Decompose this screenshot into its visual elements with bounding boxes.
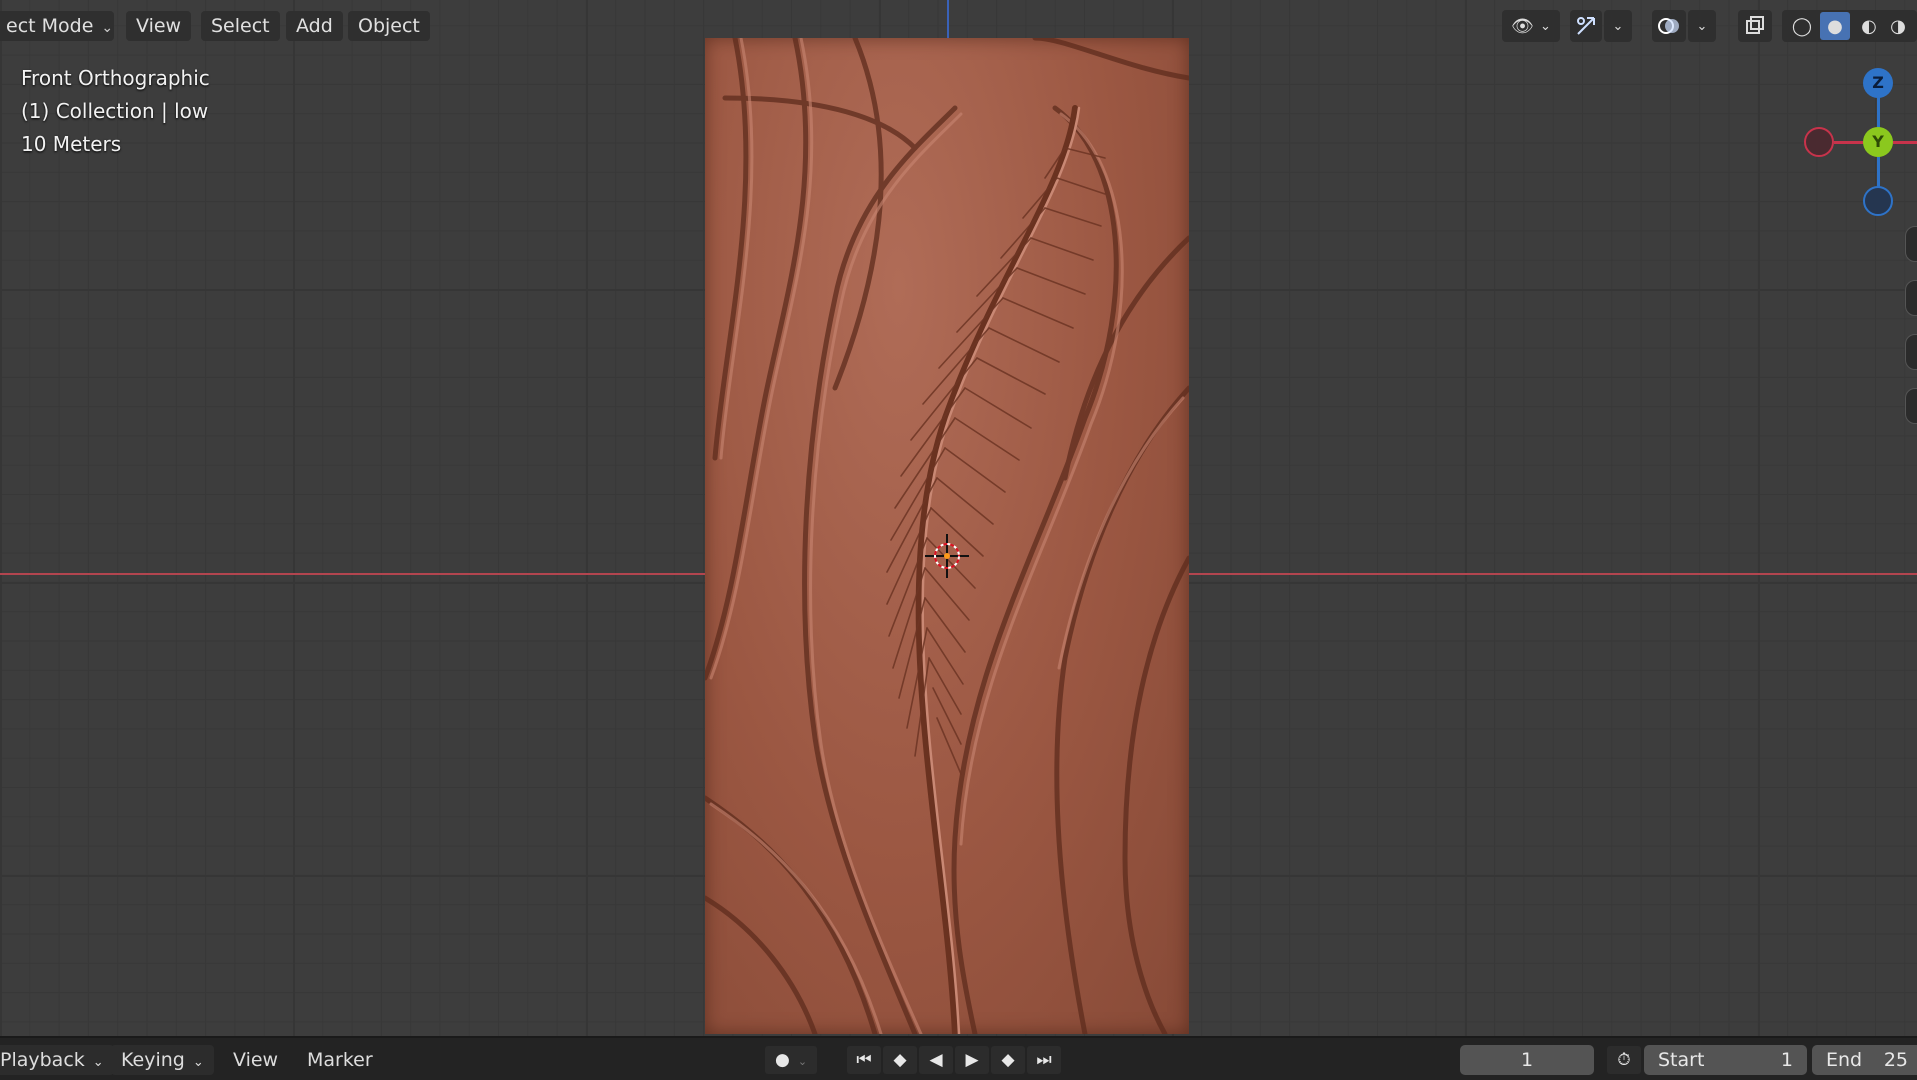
prev-keyframe-button[interactable]: ◆	[883, 1046, 917, 1074]
carved-feather-panel[interactable]	[705, 38, 1189, 1034]
chevron-down-icon: ⌄	[192, 1055, 204, 1070]
gizmo-neg-x-button[interactable]	[1804, 127, 1834, 157]
next-keyframe-button[interactable]: ◆	[991, 1046, 1025, 1074]
chevron-down-icon: ⌄	[101, 20, 114, 36]
record-button[interactable]: ● ⌄	[765, 1046, 817, 1074]
mode-label: ect Mode	[6, 15, 94, 37]
stopwatch-icon: ⏱	[1617, 1050, 1631, 1070]
eye-icon: 👁	[1511, 15, 1534, 37]
wireframe-shading-icon[interactable]: ◯	[1788, 16, 1816, 37]
menu-object[interactable]: Object	[348, 11, 430, 41]
camera-view-button[interactable]	[1905, 334, 1917, 370]
jump-end-icon: ⏭	[1036, 1050, 1052, 1070]
zoom-view-button[interactable]	[1905, 226, 1917, 262]
gizmo-z-button[interactable]: Z	[1863, 68, 1893, 98]
perspective-toggle-button[interactable]	[1905, 388, 1917, 424]
jump-start-button[interactable]: ⏮	[847, 1046, 881, 1074]
gizmo-icon	[1577, 17, 1595, 35]
view-name-text: Front Orthographic	[21, 66, 210, 90]
overlays-dropdown[interactable]: ⌄	[1688, 10, 1716, 42]
material-shading-icon[interactable]: ◐	[1854, 16, 1884, 37]
gizmo-y-button[interactable]: Y	[1863, 127, 1893, 157]
visibility-dropdown[interactable]: 👁 ⌄	[1502, 10, 1560, 42]
chevron-down-icon: ⌄	[1539, 18, 1551, 34]
timeline-marker-menu[interactable]: Marker	[307, 1045, 373, 1075]
record-icon: ●	[774, 1050, 790, 1070]
chevron-down-icon: ⌄	[92, 1055, 104, 1070]
play-reverse-button[interactable]: ◀	[919, 1046, 953, 1074]
jump-start-icon: ⏮	[856, 1050, 872, 1070]
xray-toggle[interactable]	[1738, 10, 1772, 42]
timeline-view-menu[interactable]: View	[233, 1045, 278, 1075]
chevron-down-icon: ⌄	[1612, 18, 1624, 34]
timeline-header: Playback ⌄ Keying ⌄ View Marker ● ⌄ ⏮ ◆ ◀ ▶…	[0, 1036, 1917, 1080]
mode-dropdown[interactable]: ect Mode ⌄	[0, 11, 114, 41]
start-value: 1	[1780, 1049, 1793, 1071]
prev-keyframe-icon: ◆	[893, 1050, 907, 1070]
gizmo-x-axis-line	[1893, 141, 1917, 144]
keying-dropdown[interactable]: Keying ⌄	[111, 1045, 214, 1075]
gizmo-dropdown[interactable]: ⌄	[1604, 10, 1632, 42]
end-frame-field[interactable]: End 25	[1812, 1045, 1917, 1075]
pan-view-button[interactable]	[1905, 280, 1917, 316]
current-frame-field[interactable]: 1	[1460, 1045, 1594, 1075]
overlays-toggle[interactable]	[1652, 10, 1686, 42]
collection-text: (1) Collection | low	[21, 99, 209, 123]
keying-label: Keying	[121, 1049, 185, 1071]
play-icon: ▶	[965, 1050, 979, 1070]
play-reverse-icon: ◀	[929, 1050, 943, 1070]
playback-label: Playback	[0, 1049, 85, 1071]
end-label: End	[1826, 1049, 1863, 1071]
solid-shading-icon[interactable]: ●	[1820, 12, 1850, 40]
jump-end-button[interactable]: ⏭	[1027, 1046, 1061, 1074]
viewport-header: ect Mode ⌄ View Select Add Object 👁 ⌄ ⌄ ⌄ …	[0, 0, 1917, 52]
chevron-down-icon: ⌄	[1696, 18, 1708, 34]
3d-cursor-icon	[925, 534, 969, 578]
3d-viewport[interactable]: ect Mode ⌄ View Select Add Object 👁 ⌄ ⌄ ⌄ …	[0, 0, 1917, 1036]
menu-add[interactable]: Add	[286, 11, 343, 41]
overlays-icon	[1658, 18, 1679, 34]
menu-view[interactable]: View	[126, 11, 192, 41]
gizmo-neg-z-button[interactable]	[1863, 186, 1893, 216]
gizmo-toggle[interactable]	[1570, 10, 1602, 42]
play-button[interactable]: ▶	[955, 1046, 989, 1074]
scale-text: 10 Meters	[21, 132, 122, 156]
start-label: Start	[1658, 1049, 1705, 1071]
start-frame-field[interactable]: Start 1	[1644, 1045, 1807, 1075]
shading-modes: ◯ ● ◐ ◑	[1782, 10, 1917, 42]
chevron-down-icon: ⌄	[797, 1055, 808, 1068]
rendered-shading-icon[interactable]: ◑	[1884, 16, 1912, 37]
playback-dropdown[interactable]: Playback ⌄	[0, 1045, 114, 1075]
menu-select[interactable]: Select	[201, 11, 280, 41]
next-keyframe-icon: ◆	[1001, 1050, 1015, 1070]
use-preview-range-button[interactable]: ⏱	[1607, 1046, 1641, 1074]
xray-icon	[1746, 16, 1764, 34]
end-value: 25	[1883, 1049, 1908, 1071]
